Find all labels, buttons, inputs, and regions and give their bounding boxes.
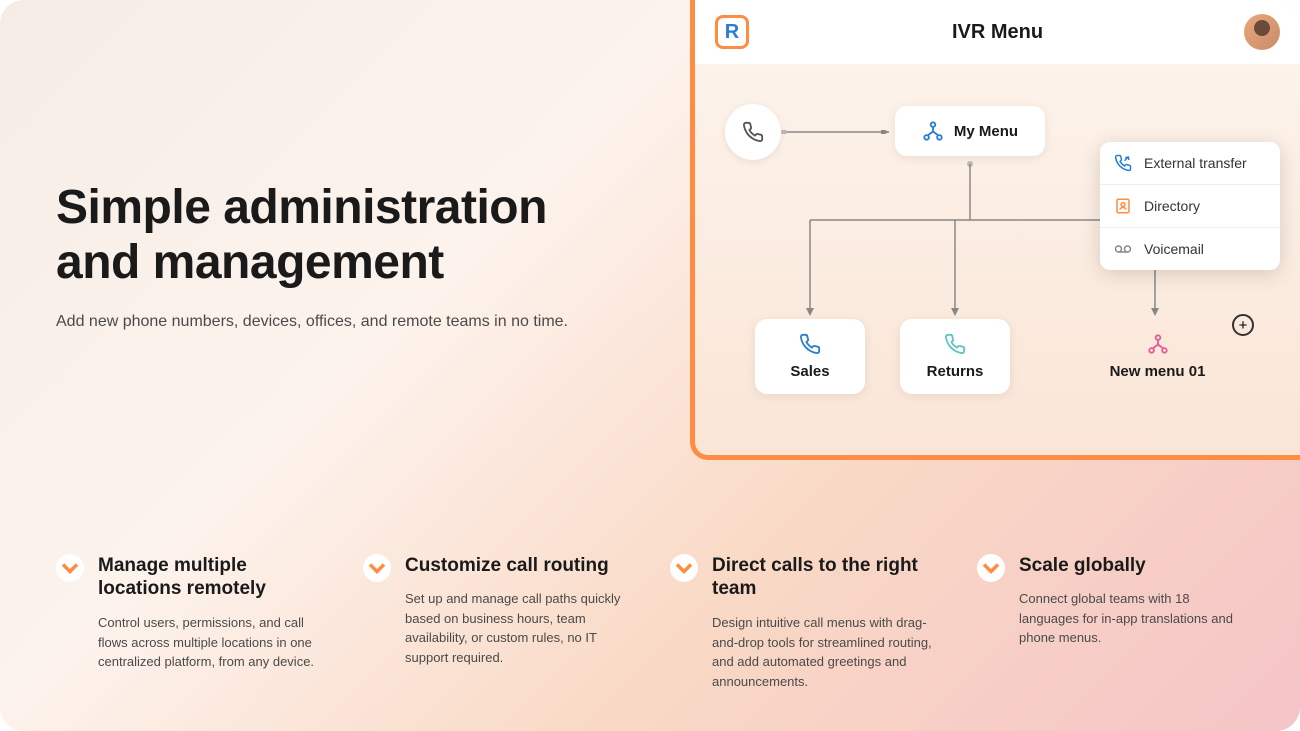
logo-letter: R	[725, 21, 739, 44]
menu-tree-icon	[1147, 333, 1169, 355]
feature-desc: Set up and manage call paths quickly bas…	[405, 589, 630, 667]
feature-desc: Design intuitive call menus with drag-an…	[712, 613, 937, 691]
feature-desc: Connect global teams with 18 languages f…	[1019, 589, 1244, 648]
voicemail-icon	[1114, 240, 1132, 258]
hero-title: Simple administration and management	[56, 180, 616, 290]
node-label: Sales	[790, 363, 829, 380]
avatar[interactable]	[1244, 14, 1280, 50]
node-label: Returns	[927, 363, 984, 380]
options-popover: External transfer Directory Voicemail	[1100, 142, 1280, 270]
feature-title: Scale globally	[1019, 554, 1244, 578]
menu-tree-icon	[922, 120, 944, 142]
chevron-down-icon[interactable]	[363, 554, 391, 582]
phone-icon	[944, 333, 966, 355]
popover-item-voicemail[interactable]: Voicemail	[1100, 228, 1280, 270]
directory-icon	[1114, 197, 1132, 215]
popover-item-external-transfer[interactable]: External transfer	[1100, 142, 1280, 185]
feature-item: Direct calls to the right team Design in…	[670, 554, 937, 692]
feature-title: Manage multiple locations remotely	[98, 554, 323, 602]
ringcentral-logo[interactable]: R	[715, 15, 749, 49]
chevron-down-icon[interactable]	[56, 554, 84, 582]
feature-item: Customize call routing Set up and manage…	[363, 554, 630, 692]
popover-label: External transfer	[1144, 155, 1247, 171]
connector-line	[781, 130, 895, 134]
ivr-title: IVR Menu	[952, 21, 1043, 44]
hero-section: Simple administration and management Add…	[56, 180, 616, 334]
phone-icon	[799, 333, 821, 355]
feature-title: Customize call routing	[405, 554, 630, 578]
features-row: Manage multiple locations remotely Contr…	[56, 554, 1244, 692]
feature-item: Scale globally Connect global teams with…	[977, 554, 1244, 692]
node-returns[interactable]: Returns	[900, 319, 1010, 394]
feature-title: Direct calls to the right team	[712, 554, 937, 602]
ivr-diagram: My Menu Sales Returns New menu 01	[695, 64, 1300, 455]
page-container: Simple administration and management Add…	[0, 0, 1300, 731]
popover-label: Directory	[1144, 198, 1200, 214]
hero-subtitle: Add new phone numbers, devices, offices,…	[56, 310, 616, 334]
node-label: New menu 01	[1110, 363, 1206, 380]
phone-icon	[742, 121, 764, 143]
feature-desc: Control users, permissions, and call flo…	[98, 613, 323, 672]
popover-item-directory[interactable]: Directory	[1100, 185, 1280, 228]
node-my-menu[interactable]: My Menu	[895, 106, 1045, 156]
chevron-down-icon[interactable]	[977, 554, 1005, 582]
ivr-panel: R IVR Menu	[690, 0, 1300, 460]
node-label: My Menu	[954, 123, 1018, 140]
chevron-down-icon[interactable]	[670, 554, 698, 582]
feature-item: Manage multiple locations remotely Contr…	[56, 554, 323, 692]
node-sales[interactable]: Sales	[755, 319, 865, 394]
ivr-header: R IVR Menu	[695, 0, 1300, 64]
node-new-menu[interactable]: New menu 01	[1075, 319, 1240, 394]
external-transfer-icon	[1114, 154, 1132, 172]
add-node-button[interactable]: +	[1232, 314, 1254, 336]
phone-start-node[interactable]	[725, 104, 781, 160]
popover-label: Voicemail	[1144, 241, 1204, 257]
